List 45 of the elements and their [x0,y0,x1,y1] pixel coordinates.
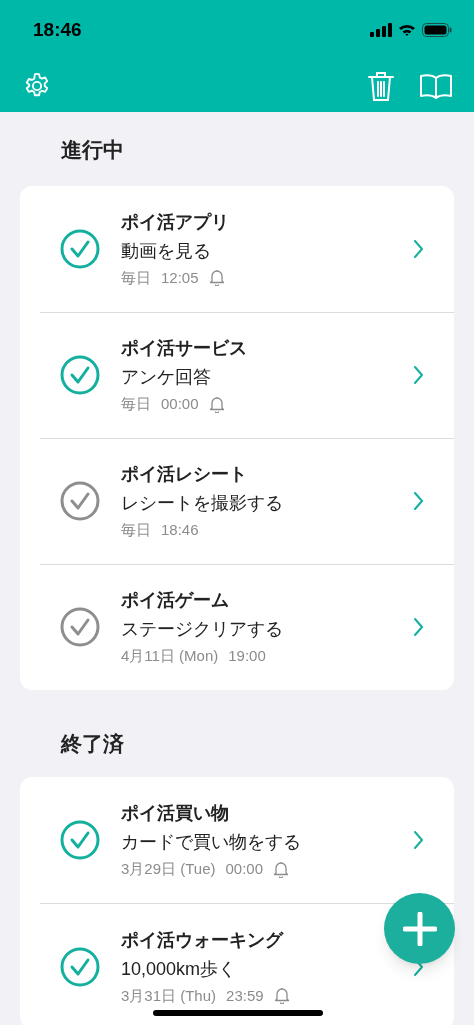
task-date: 4月11日 (Mon) [121,646,219,666]
task-title: ポイ活ウォーキング [121,928,285,952]
task-time: 18:46 [161,520,199,540]
task-subtitle: 10,000km歩く [121,957,238,981]
task-title: ポイ活ゲーム [121,589,230,612]
task-date: 毎日 [121,520,151,540]
status-time: 18:46 [33,17,82,42]
task-date: 毎日 [121,267,151,288]
section-title: 終了済 [61,731,124,755]
task-date: 3月29日 (Tue) [121,859,216,879]
task-subtitle: レシートを撮影する [121,492,284,515]
task-subtitle: 動画を見る [121,239,212,263]
chevron-right-icon [413,491,424,511]
task-title: ポイ活アプリ [121,210,230,234]
trash-button[interactable] [365,69,397,103]
chevron-right-icon [413,617,424,637]
task-title: ポイ活サービス [121,337,248,360]
section-title: 進行中 [61,138,124,161]
chevron-right-icon [413,830,424,850]
chevron-right-icon [413,365,424,385]
check-circle-icon[interactable] [60,946,100,987]
task-subtitle: アンケ回答 [121,366,212,389]
signal-icon [370,23,392,37]
task-time: 23:59 [226,985,264,1006]
check-circle-icon[interactable] [60,607,100,647]
task-title: ポイ活買い物 [121,802,230,825]
task-date: 毎日 [121,394,151,414]
task-subtitle: ステージクリアする [121,618,284,641]
task-title: ポイ活レシート [121,463,248,486]
book-icon [420,73,452,99]
check-circle-icon[interactable] [60,820,100,860]
check-circle-icon[interactable] [60,228,100,269]
task-time: 00:00 [225,859,264,879]
trash-icon [367,70,395,102]
check-circle-icon[interactable] [60,481,100,521]
wifi-icon [398,23,416,37]
task-time: 12:05 [161,267,199,288]
task-time: 00:00 [161,394,199,414]
battery-icon [422,23,452,37]
task-subtitle: カードで買い物をする [121,831,302,854]
plus-icon [402,911,437,946]
task-time: 19:00 [228,646,266,666]
chevron-right-icon [413,238,424,259]
check-circle-icon[interactable] [60,355,100,395]
task-date: 3月31日 (Thu) [121,985,217,1006]
